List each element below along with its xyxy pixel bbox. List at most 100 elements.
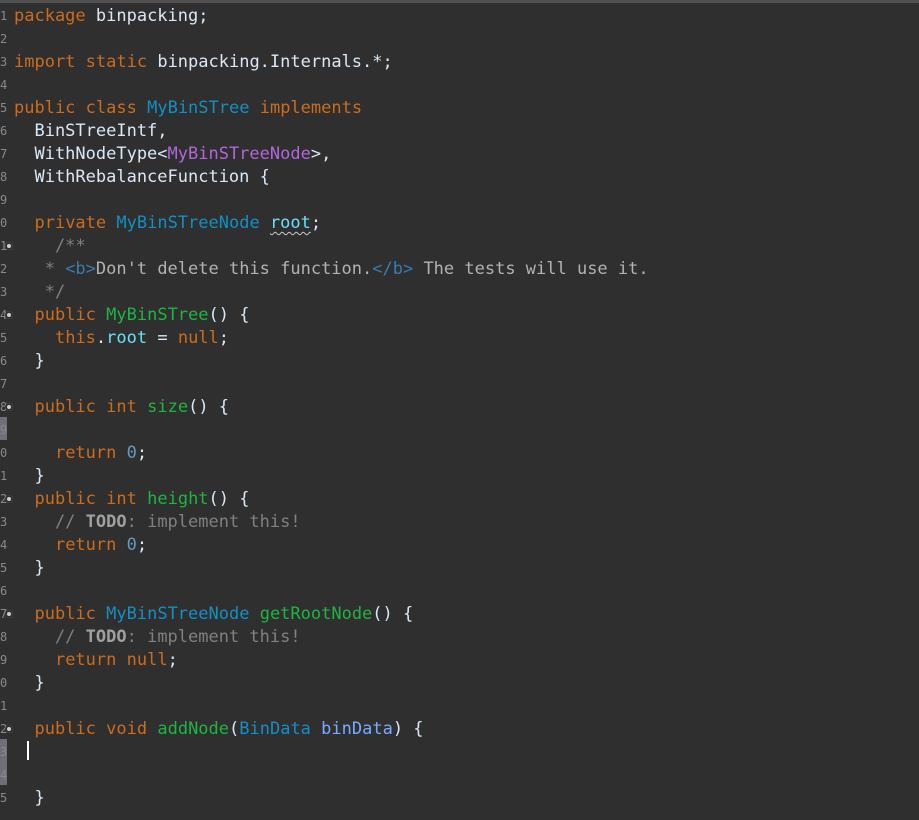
code-token: ; [136, 535, 148, 555]
code-token: } [14, 351, 45, 371]
code-line[interactable]: 4 public MyBinSTree() { [0, 304, 919, 327]
code-token: return [54, 650, 117, 670]
code-editor[interactable]: 1 package binpacking; 2 3 import static binp… [0, 3, 919, 820]
code-token: /** [14, 236, 86, 256]
code-line[interactable]: 9 [0, 419, 919, 442]
code-token: size [147, 397, 189, 417]
code-line[interactable]: 3 [0, 741, 919, 764]
code-line[interactable]: 2 [0, 28, 919, 51]
code-line[interactable]: 1 [0, 695, 919, 718]
code-token: } [14, 558, 45, 578]
code-token: // [14, 512, 86, 532]
fold-toggle-icon[interactable] [5, 242, 13, 250]
code-line[interactable]: 0 return 0; [0, 442, 919, 465]
code-line[interactable]: 8 public int size() { [0, 396, 919, 419]
code-token: BinData [239, 719, 311, 739]
code-line[interactable]: 0 } [0, 672, 919, 695]
code-token: addNode [157, 719, 230, 739]
line-number: 4 [0, 768, 8, 782]
code-line[interactable]: 2 * <b>Don't delete this function.</b> T… [0, 258, 919, 281]
code-token: } [14, 673, 45, 693]
line-number: 3 [0, 745, 8, 759]
code-line[interactable]: 6 [0, 580, 919, 603]
code-line[interactable]: 3 import static binpacking.Internals.*; [0, 51, 919, 74]
code-token: // [14, 627, 86, 647]
fold-toggle-icon[interactable] [5, 403, 13, 411]
code-token: ; [310, 213, 322, 233]
code-line[interactable]: 1 package binpacking; [0, 5, 919, 28]
code-line[interactable]: 5 this.root = null; [0, 327, 919, 350]
code-line[interactable]: 1 /** [0, 235, 919, 258]
code-token: MyBinSTreeNode [167, 144, 311, 164]
line-number: 8 [0, 170, 8, 184]
code-line[interactable]: 0 private MyBinSTreeNode root; [0, 212, 919, 235]
code-line[interactable]: 6 BinSTreeIntf, [0, 120, 919, 143]
code-line[interactable]: 4 [0, 764, 919, 787]
code-token: * [14, 259, 66, 279]
line-number: 6 [0, 584, 8, 598]
code-token: private [34, 213, 107, 233]
line-number: 9 [0, 423, 8, 437]
code-token: public [34, 397, 96, 417]
code-line[interactable]: 7 [0, 373, 919, 396]
code-line[interactable]: 2 public int height() { [0, 488, 919, 511]
code-token: >, [310, 144, 332, 164]
code-line[interactable]: 8 WithRebalanceFunction { [0, 166, 919, 189]
fold-toggle-icon[interactable] [5, 610, 13, 618]
code-token: implements [259, 98, 363, 118]
code-line[interactable]: 5 } [0, 557, 919, 580]
code-line[interactable]: 7 WithNodeType<MyBinSTreeNode>, [0, 143, 919, 166]
code-line[interactable]: 5 public class MyBinSTree implements [0, 97, 919, 120]
code-line[interactable]: 3 // TODO: implement this! [0, 511, 919, 534]
code-line[interactable]: 4 return 0; [0, 534, 919, 557]
line-number: 5 [0, 101, 8, 115]
line-number: 4 [0, 538, 8, 552]
code-token: BinSTreeIntf, [14, 121, 168, 141]
code-token: package [14, 6, 86, 26]
fold-toggle-icon[interactable] [5, 725, 13, 733]
line-number: 6 [0, 124, 8, 138]
code-line[interactable]: 3 */ [0, 281, 919, 304]
code-token: public [34, 719, 96, 739]
code-line[interactable]: 1 } [0, 465, 919, 488]
line-number: 1 [0, 9, 8, 23]
code-token: Don't delete this function. [95, 259, 373, 279]
code-line[interactable]: 8 // TODO: implement this! [0, 626, 919, 649]
code-line[interactable]: 7 public MyBinSTreeNode getRootNode() { [0, 603, 919, 626]
line-number: 3 [0, 55, 8, 69]
code-token: public [34, 489, 96, 509]
fold-toggle-icon[interactable] [5, 311, 13, 319]
line-number: 3 [0, 285, 8, 299]
code-line[interactable]: 2 public void addNode(BinData binData) { [0, 718, 919, 741]
code-token: } [14, 788, 45, 808]
line-number: 7 [0, 377, 8, 391]
line-number: 2 [0, 32, 8, 46]
fold-toggle-icon[interactable] [5, 495, 13, 503]
code-token: int [106, 489, 137, 509]
code-token: = [147, 328, 178, 348]
code-line[interactable]: 6 } [0, 350, 919, 373]
code-token: getRootNode [259, 604, 373, 624]
code-line[interactable]: 9 return null; [0, 649, 919, 672]
code-line[interactable]: 5 } [0, 787, 919, 810]
code-line[interactable]: 9 [0, 189, 919, 212]
code-line[interactable]: 4 [0, 74, 919, 97]
code-token: </b> [372, 259, 414, 279]
